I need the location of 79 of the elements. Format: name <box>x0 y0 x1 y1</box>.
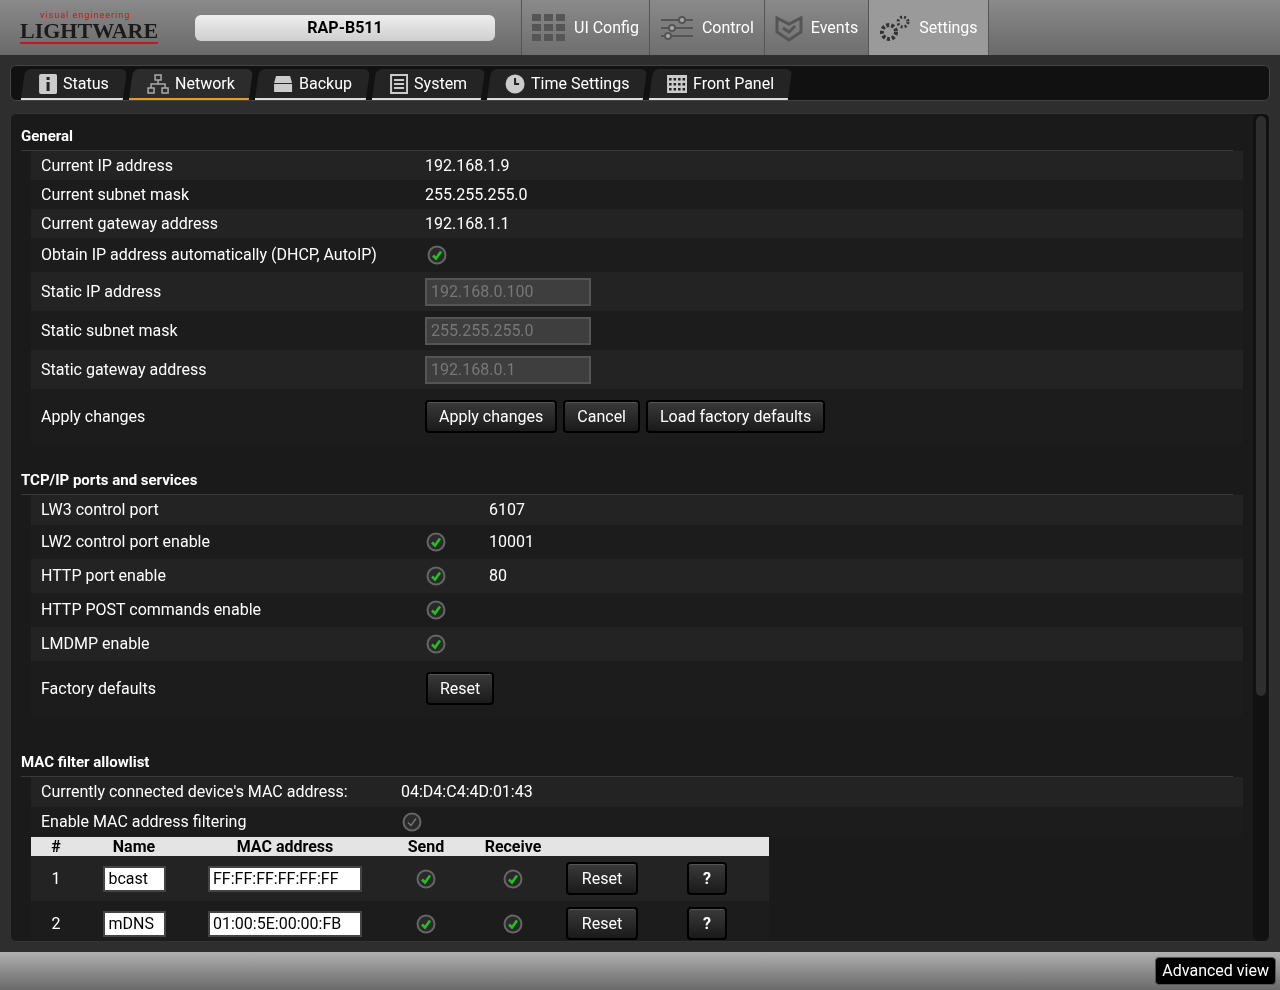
action-button[interactable]: ? <box>687 862 727 895</box>
subtab[interactable]: Status <box>20 69 127 100</box>
action-button[interactable]: Reset <box>426 672 495 705</box>
row-index: 1 <box>50 867 62 890</box>
info-icon <box>39 73 58 94</box>
row-value: 04:D4:C4:4D:01:43 <box>401 781 533 803</box>
row-label: Apply changes <box>41 405 147 428</box>
mac-field[interactable]: FF:FF:FF:FF:FF:FF <box>208 865 362 892</box>
checkbox[interactable] <box>416 868 436 889</box>
action-button[interactable]: Load factory defaults <box>646 400 826 433</box>
shield-icon <box>774 13 803 42</box>
logo-tagline: visual engineering <box>39 11 132 20</box>
mac-field[interactable]: 01:00:5E:00:00:FB <box>208 910 362 937</box>
checkbox[interactable] <box>426 566 446 586</box>
checkbox[interactable] <box>426 634 446 654</box>
row-label: Currently connected device's MAC address: <box>41 781 349 803</box>
name-field[interactable]: mDNS <box>102 910 166 937</box>
action-button[interactable]: Cancel <box>563 400 640 433</box>
device-name: RAP-B511 <box>195 14 495 41</box>
gears-icon <box>879 13 912 42</box>
clock-icon <box>504 73 525 94</box>
checkbox[interactable] <box>503 868 523 889</box>
row-label: LW2 control port enable <box>41 531 211 553</box>
row-value: 10001 <box>489 531 534 553</box>
checkbox[interactable] <box>416 913 436 934</box>
subtab[interactable]: Network <box>128 69 253 100</box>
row-label: Current subnet mask <box>41 183 191 206</box>
row-label: Static IP address <box>41 280 163 303</box>
row-label: Factory defaults <box>41 677 157 700</box>
row-index: 2 <box>50 912 62 935</box>
checkbox[interactable] <box>402 812 422 832</box>
action-button[interactable]: Apply changes <box>425 400 558 433</box>
section-title: TCP/IP ports and services <box>21 471 198 489</box>
drive-icon <box>272 74 293 93</box>
main-tab[interactable]: Control <box>648 0 764 55</box>
row-label: HTTP port enable <box>41 565 167 587</box>
row-label: LW3 control port <box>41 499 160 521</box>
logo-wordmark: LIGHTWARE <box>20 20 159 44</box>
name-field[interactable]: bcast <box>102 865 166 892</box>
row-label: Current IP address <box>41 154 174 177</box>
column-header: # <box>50 835 62 858</box>
advanced-view-button[interactable]: Advanced view <box>1155 957 1276 985</box>
row-label: Static subnet mask <box>41 319 179 342</box>
subtab[interactable]: System <box>371 69 485 100</box>
panel-icon <box>667 74 688 93</box>
action-button[interactable]: ? <box>687 907 727 940</box>
column-header: Receive <box>483 835 543 858</box>
list-icon <box>389 73 408 94</box>
checkbox[interactable] <box>503 913 523 934</box>
section-title: General <box>21 127 74 145</box>
row-label: Static gateway address <box>41 358 208 381</box>
grid-icon <box>532 13 566 42</box>
checkbox[interactable] <box>427 245 447 265</box>
action-button[interactable]: Reset <box>566 862 638 895</box>
sliders-icon <box>659 14 694 41</box>
row-value: 192.168.1.1 <box>425 212 510 235</box>
checkbox[interactable] <box>426 532 446 552</box>
subtab[interactable]: Time Settings <box>486 69 648 100</box>
scrollbar-thumb[interactable] <box>1256 116 1266 696</box>
subtab[interactable]: Front Panel <box>648 69 793 100</box>
row-value: 80 <box>489 565 507 587</box>
row-value: 192.168.1.9 <box>425 154 510 177</box>
network-icon <box>146 73 169 94</box>
column-header: Send <box>406 835 446 858</box>
main-tab[interactable]: UI Config <box>521 0 649 55</box>
row-label: LMDMP enable <box>41 633 151 655</box>
row-label: HTTP POST commands enable <box>41 599 262 621</box>
row-value: 6107 <box>489 499 525 521</box>
section-title: MAC filter allowlist <box>21 753 150 771</box>
main-tab[interactable]: Events <box>763 0 869 55</box>
row-label: Current gateway address <box>41 212 220 235</box>
column-header: Name <box>111 835 157 858</box>
row-label: Obtain IP address automatically (DHCP, AutoIP) <box>41 244 378 266</box>
row-label: Enable MAC address filtering <box>41 811 248 833</box>
column-header: MAC address <box>235 835 335 858</box>
row-value: 255.255.255.0 <box>425 183 528 206</box>
action-button[interactable]: Reset <box>566 907 638 940</box>
subtab[interactable]: Backup <box>254 69 370 100</box>
checkbox[interactable] <box>426 600 446 620</box>
